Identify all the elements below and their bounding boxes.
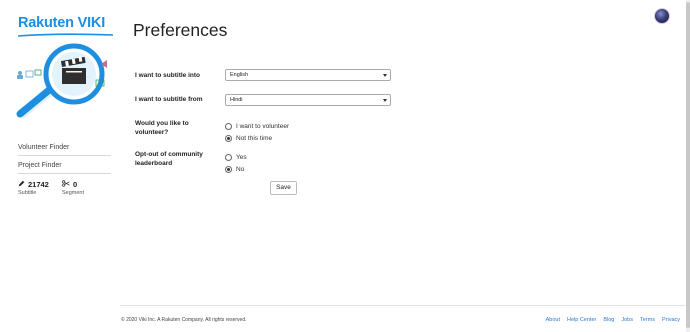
volunteer-question: Would you like to volunteer?	[135, 120, 189, 136]
chevron-down-icon	[383, 74, 387, 77]
footer-link-terms[interactable]: Terms	[640, 317, 655, 323]
radio-unchecked-icon	[225, 123, 232, 130]
logo-swoosh-icon	[18, 33, 113, 37]
subtitle-into-select[interactable]: English	[225, 69, 391, 81]
volunteer-no-label: Not this time	[236, 135, 273, 142]
radio-unchecked-icon	[225, 154, 232, 161]
volunteer-yes-label: I want to volunteer	[236, 123, 290, 130]
leaderboard-no-label: No	[236, 166, 245, 173]
footer-link-help-center[interactable]: Help Center	[567, 317, 596, 323]
segment-count: 0	[73, 180, 78, 189]
sidebar-divider	[18, 155, 111, 156]
chevron-down-icon	[383, 99, 387, 102]
scrollbar-thumb[interactable]	[686, 2, 690, 328]
subtitle-count: 21742	[28, 180, 49, 189]
segment-label: Segment	[62, 190, 85, 196]
pencil-icon	[18, 180, 25, 187]
project-finder-link[interactable]: Project Finder	[18, 162, 62, 169]
scissors-icon	[62, 180, 70, 187]
rakuten-viki-logo[interactable]: Rakuten VIKI	[18, 15, 113, 37]
segment-stat: 0 Segment	[62, 180, 84, 196]
footer-link-blog[interactable]: Blog	[603, 317, 614, 323]
footer-links: About Help Center Blog Jobs Terms Privac…	[546, 317, 680, 323]
volunteer-finder-link[interactable]: Volunteer Finder	[18, 144, 69, 151]
leaderboard-no-radio[interactable]: No	[225, 166, 244, 173]
logo-text: Rakuten VIKI	[18, 15, 106, 31]
footer-divider	[120, 305, 686, 306]
copyright-text: © 2020 Viki Inc. A Rakuten Company. All …	[121, 317, 247, 323]
leaderboard-yes-label: Yes	[236, 154, 247, 161]
subtitle-into-label: I want to subtitle into	[135, 72, 200, 79]
volunteer-no-radio[interactable]: Not this time	[225, 135, 272, 142]
page-scrollbar[interactable]	[686, 0, 690, 332]
sidebar-divider	[18, 173, 111, 174]
footer-link-privacy[interactable]: Privacy	[662, 317, 680, 323]
leaderboard-yes-radio[interactable]: Yes	[225, 154, 247, 161]
leaderboard-question: Opt-out of community leaderboard	[135, 151, 203, 167]
user-avatar[interactable]	[654, 8, 670, 24]
footer-link-about[interactable]: About	[546, 317, 560, 323]
subtitle-label: Subtitle	[18, 190, 37, 196]
subtitle-from-select[interactable]: Hindi	[225, 94, 391, 106]
volunteer-yes-radio[interactable]: I want to volunteer	[225, 123, 289, 130]
footer-link-jobs[interactable]: Jobs	[621, 317, 633, 323]
radio-checked-icon	[225, 166, 232, 173]
magnifier-clapperboard-illustration	[16, 43, 107, 118]
sidebar: Rakuten VIKI Volunteer Finder Project Fi…	[0, 0, 120, 332]
subtitle-stat: 21742 Subtitle	[18, 180, 49, 196]
subtitle-into-value: English	[230, 72, 249, 78]
subtitle-from-value: Hindi	[230, 97, 243, 103]
save-button[interactable]: Save	[270, 181, 297, 195]
page-title: Preferences	[133, 20, 228, 40]
subtitle-from-label: I want to subtitle from	[135, 96, 203, 103]
radio-checked-icon	[225, 135, 232, 142]
